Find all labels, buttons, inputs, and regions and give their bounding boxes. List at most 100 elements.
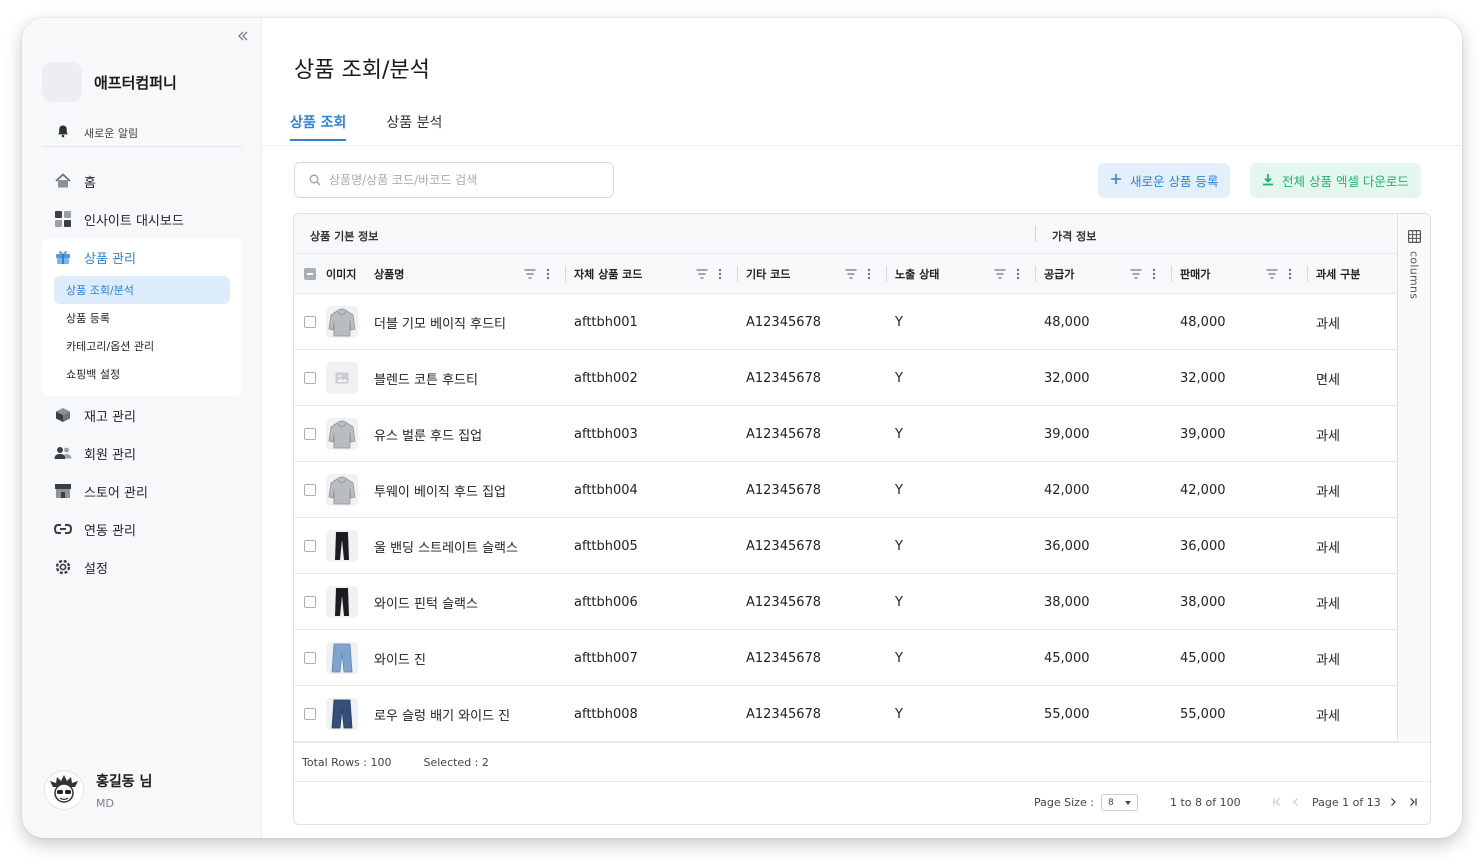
sidebar-item-dashboard[interactable]: 인사이트 대시보드: [42, 200, 242, 238]
notification-item[interactable]: 새로운 알림: [42, 119, 242, 147]
new-product-button[interactable]: 새로운 상품 등록: [1098, 163, 1231, 198]
header-tax-type[interactable]: 과세 구분: [1316, 254, 1360, 294]
table-row[interactable]: 와이드 핀턱 슬랙스 afttbh006 A12345678 Y 38,000 …: [294, 574, 1398, 630]
filter-icon[interactable]: [994, 269, 1006, 279]
first-page-icon[interactable]: [1270, 794, 1284, 810]
grid-status-bar: Total Rows : 100 Selected : 2: [294, 742, 1430, 782]
prev-page-icon[interactable]: [1289, 794, 1303, 810]
row-checkbox[interactable]: [304, 484, 316, 496]
product-name-cell[interactable]: 와이드 진: [374, 630, 426, 686]
last-page-icon[interactable]: [1406, 794, 1420, 810]
row-checkbox[interactable]: [304, 540, 316, 552]
column-menu-icon[interactable]: [1016, 268, 1020, 280]
dashboard-icon: [54, 210, 72, 228]
sidebar-subitem-category-options[interactable]: 카테고리/옵션 관리: [54, 332, 230, 360]
header-sale-price[interactable]: 판매가: [1180, 254, 1308, 294]
sidebar-item-products[interactable]: 상품 관리: [42, 238, 242, 276]
filter-icon[interactable]: [696, 269, 708, 279]
row-checkbox[interactable]: [304, 316, 316, 328]
group-basic-info: 상품 기본 정보: [310, 230, 379, 243]
product-thumbnail[interactable]: [326, 642, 358, 674]
gift-icon: [54, 248, 72, 266]
home-icon: [54, 172, 72, 190]
status-cell: Y: [895, 314, 903, 330]
row-select-cell: [304, 294, 316, 350]
product-name-cell[interactable]: 유스 벌룬 후드 집업: [374, 406, 482, 462]
row-range-text: 1 to 8 of 100: [1170, 796, 1241, 809]
header-supply-price[interactable]: 공급가: [1044, 254, 1172, 294]
product-thumbnail[interactable]: [326, 586, 358, 618]
header-name[interactable]: 상품명: [374, 254, 564, 294]
tab-product-analysis[interactable]: 상품 분석: [386, 108, 442, 140]
search-input[interactable]: [329, 173, 599, 187]
status-cell: Y: [895, 482, 903, 498]
product-thumbnail[interactable]: [326, 474, 358, 506]
total-rows-text: Total Rows : 100: [302, 755, 392, 769]
page-size-select[interactable]: 8: [1101, 794, 1138, 811]
image-cell: [326, 574, 358, 630]
sidebar-item-store[interactable]: 스토어 관리: [42, 472, 242, 510]
sidebar-subitem-product-register[interactable]: 상품 등록: [54, 304, 230, 332]
table-row[interactable]: 로우 슬렁 배기 와이드 진 afttbh008 A12345678 Y 55,…: [294, 686, 1398, 742]
row-checkbox[interactable]: [304, 708, 316, 720]
tab-divider: [262, 145, 1462, 146]
product-thumbnail[interactable]: [326, 418, 358, 450]
row-checkbox[interactable]: [304, 372, 316, 384]
product-thumbnail[interactable]: [326, 362, 358, 394]
product-name-cell[interactable]: 더블 기모 베이직 후드티: [374, 294, 506, 350]
sidebar-subitem-product-search[interactable]: 상품 조회/분석: [54, 276, 230, 304]
tax-type-cell: 과세: [1316, 428, 1340, 444]
table-row[interactable]: 투웨이 베이직 후드 집업 afttbh004 A12345678 Y 42,0…: [294, 462, 1398, 518]
sidebar-item-inventory[interactable]: 재고 관리: [42, 396, 242, 434]
product-name-cell[interactable]: 투웨이 베이직 후드 집업: [374, 462, 506, 518]
table-row[interactable]: 블렌드 코튼 후드티 afttbh002 A12345678 Y 32,000 …: [294, 350, 1398, 406]
user-profile[interactable]: 홍길동 님 MD: [44, 770, 152, 810]
filter-icon[interactable]: [524, 269, 536, 279]
header-other-code[interactable]: 기타 코드: [746, 254, 886, 294]
column-menu-icon[interactable]: [1288, 268, 1292, 280]
column-menu-icon[interactable]: [1152, 268, 1156, 280]
status-cell: Y: [895, 706, 903, 722]
table-row[interactable]: 울 밴딩 스트레이트 슬랙스 afttbh005 A12345678 Y 36,…: [294, 518, 1398, 574]
filter-icon[interactable]: [1130, 269, 1142, 279]
table-row[interactable]: 유스 벌룬 후드 집업 afttbh003 A12345678 Y 39,000…: [294, 406, 1398, 462]
sidebar-item-integration[interactable]: 연동 관리: [42, 510, 242, 548]
sidebar-item-members[interactable]: 회원 관리: [42, 434, 242, 472]
row-checkbox[interactable]: [304, 596, 316, 608]
other-code-cell: A12345678: [746, 482, 822, 498]
select-all-checkbox[interactable]: [304, 268, 316, 280]
collapse-sidebar-icon[interactable]: [236, 28, 252, 44]
table-row[interactable]: 더블 기모 베이직 후드티 afttbh001 A12345678 Y 48,0…: [294, 294, 1398, 350]
product-name-cell[interactable]: 울 밴딩 스트레이트 슬랙스: [374, 518, 518, 574]
gear-icon: [54, 558, 72, 576]
bell-icon: [56, 123, 70, 142]
header-select-all[interactable]: [304, 254, 316, 294]
header-divider: [737, 266, 738, 282]
row-checkbox[interactable]: [304, 652, 316, 664]
header-code[interactable]: 자체 상품 코드: [574, 254, 734, 294]
column-menu-icon[interactable]: [546, 268, 550, 280]
header-status[interactable]: 노출 상태: [895, 254, 1035, 294]
product-thumbnail[interactable]: [326, 698, 358, 730]
column-menu-icon[interactable]: [867, 268, 871, 280]
other-code-cell: A12345678: [746, 314, 822, 330]
filter-icon[interactable]: [1266, 269, 1278, 279]
sidebar-item-settings[interactable]: 설정: [42, 548, 242, 586]
sidebar-item-home[interactable]: 홈: [42, 162, 242, 200]
columns-panel-toggle[interactable]: columns: [1398, 214, 1430, 299]
excel-download-button[interactable]: 전체 상품 엑셀 다운로드: [1250, 163, 1421, 198]
product-name-cell[interactable]: 블렌드 코튼 후드티: [374, 350, 478, 406]
header-image[interactable]: 이미지: [326, 254, 356, 294]
product-thumbnail[interactable]: [326, 306, 358, 338]
filter-icon[interactable]: [845, 269, 857, 279]
table-row[interactable]: 와이드 진 afttbh007 A12345678 Y 45,000 45,00…: [294, 630, 1398, 686]
product-thumbnail[interactable]: [326, 530, 358, 562]
next-page-icon[interactable]: [1386, 794, 1400, 810]
product-name-cell[interactable]: 로우 슬렁 배기 와이드 진: [374, 686, 510, 742]
tab-product-search[interactable]: 상품 조회: [290, 108, 347, 141]
product-name-cell[interactable]: 와이드 핀턱 슬랙스: [374, 574, 478, 630]
row-checkbox[interactable]: [304, 428, 316, 440]
sidebar-subitem-shopping-bag[interactable]: 쇼핑백 설정: [54, 360, 230, 388]
column-menu-icon[interactable]: [718, 268, 722, 280]
header-divider: [1307, 266, 1308, 282]
